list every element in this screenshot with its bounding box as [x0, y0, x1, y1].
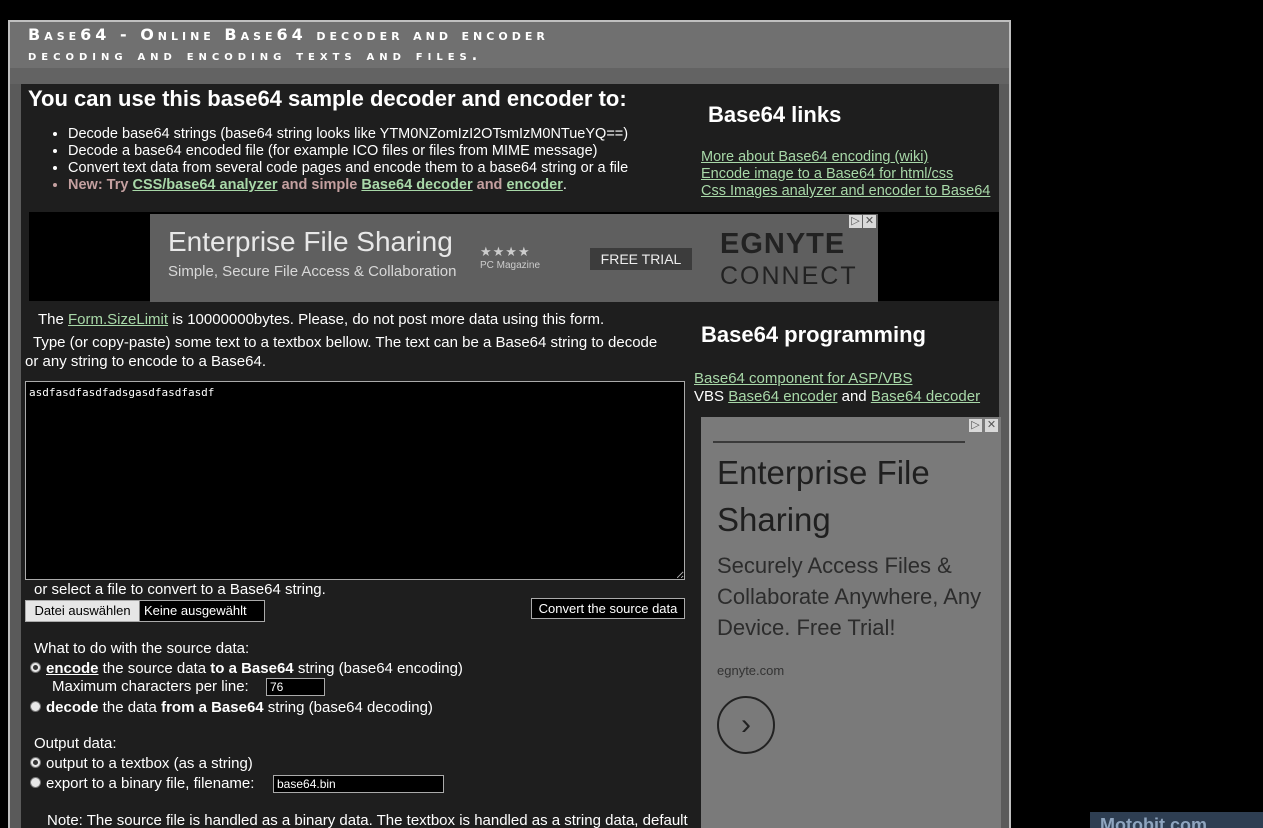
connect-logo: CONNECT: [720, 262, 858, 290]
programming-heading: Base64 programming: [701, 322, 926, 347]
ad-title: Enterprise File Sharing: [168, 226, 453, 257]
side-ad-title: Enterprise File Sharing: [717, 454, 930, 538]
intro-heading: You can use this base64 sample decoder a…: [28, 86, 627, 111]
side-ad-subtitle: Securely Access Files & Collaborate Anyw…: [717, 553, 982, 640]
max-chars-label: Maximum characters per line:: [52, 678, 249, 695]
asp-component-link[interactable]: Base64 component for ASP/VBS: [694, 370, 912, 387]
main-panel: You can use this base64 sample decoder a…: [21, 84, 1001, 828]
output-label: Output data:: [34, 735, 117, 752]
choose-file-button[interactable]: Datei auswählen: [26, 601, 140, 621]
vbs-links-line: VBS Base64 encoder and Base64 decoder: [694, 388, 980, 405]
note-text: Note: The source file is handled as a bi…: [47, 812, 688, 828]
form-sizelimit-link[interactable]: Form.SizeLimit: [68, 311, 168, 328]
chevron-right-icon[interactable]: ›: [717, 696, 775, 754]
vbs-encoder-link[interactable]: Base64 encoder: [728, 388, 837, 405]
side-ad[interactable]: ▷ ✕ Enterprise File Sharing Securely Acc…: [701, 417, 1001, 828]
source-textarea[interactable]: asdfasdfasdfadsgasdfasdfasdf: [25, 381, 685, 580]
instructions-text: Type (or copy-paste) some text to a text…: [25, 334, 658, 370]
encode-radio[interactable]: [30, 662, 41, 673]
size-prefix: The: [38, 311, 69, 328]
links-heading: Base64 links: [708, 102, 842, 127]
output-textbox-radio[interactable]: [30, 757, 41, 768]
encode-target: to a Base64: [210, 660, 294, 677]
decode-option-label[interactable]: decode the data from a Base64 string (ba…: [46, 699, 433, 716]
encode-end: string (base64 encoding): [293, 660, 463, 677]
intro-list: Decode base64 strings (base64 string loo…: [28, 126, 628, 194]
adchoices-icon[interactable]: ▷: [969, 419, 982, 432]
list-item: Decode a base64 encoded file (for exampl…: [68, 143, 628, 160]
side-ad-domain: egnyte.com: [717, 663, 785, 678]
decode-mid: the data: [98, 699, 162, 716]
adchoices-icon[interactable]: ▷: [849, 215, 862, 228]
vbs-decoder-link[interactable]: Base64 decoder: [871, 388, 980, 405]
encode-image-link[interactable]: Encode image to a Base64 for html/css: [701, 166, 953, 182]
watermark-logo: Motobit.com: [1090, 812, 1263, 828]
page-title: Base64 - Online Base64 decoder and encod…: [28, 25, 549, 44]
ad-banner-content[interactable]: Enterprise File Sharing Simple, Secure F…: [150, 214, 878, 302]
wiki-link[interactable]: More about Base64 encoding (wiki): [701, 149, 928, 165]
encoder-link[interactable]: encoder: [506, 177, 562, 193]
ad-banner: Enterprise File Sharing Simple, Secure F…: [29, 212, 999, 302]
close-icon[interactable]: ✕: [863, 215, 876, 228]
base64-decoder-link[interactable]: Base64 decoder: [361, 177, 472, 193]
new-end-text: .: [562, 177, 567, 193]
ad-subtitle: Simple, Secure File Access & Collaborati…: [168, 263, 457, 280]
output-textbox-label[interactable]: output to a textbox (as a string): [46, 755, 253, 772]
encode-mid: the source data: [98, 660, 211, 677]
decode-word: decode: [46, 699, 99, 716]
new-mid-text: and simple: [277, 177, 362, 193]
css-analyzer-link[interactable]: CSS/base64 analyzer: [132, 177, 277, 193]
ad-divider: [713, 441, 965, 443]
select-file-text: or select a file to convert to a Base64 …: [34, 581, 326, 598]
css-images-link[interactable]: Css Images analyzer and encoder to Base6…: [701, 183, 990, 199]
page-subtitle: decoding and encoding texts and files.: [28, 48, 483, 64]
size-suffix: is 10000000bytes. Please, do not post mo…: [168, 311, 605, 328]
file-status: Keine ausgewählt: [144, 603, 247, 618]
export-file-label[interactable]: export to a binary file, filename:: [46, 775, 254, 792]
decode-source: from a Base64: [161, 699, 264, 716]
what-to-do-label: What to do with the source data:: [34, 640, 250, 657]
rating-stars-icon: ★★★★: [480, 244, 531, 259]
filename-input[interactable]: [273, 775, 444, 793]
encode-option-label[interactable]: encode the source data to a Base64 strin…: [46, 660, 463, 677]
new-and-text: and: [472, 177, 507, 193]
vbs-and: and: [837, 388, 871, 405]
decode-radio[interactable]: [30, 701, 41, 712]
free-trial-button[interactable]: FREE TRIAL: [590, 248, 692, 270]
header-divider: [10, 68, 1009, 84]
list-item: Convert text data from several code page…: [68, 160, 628, 177]
page-frame: Base64 - Online Base64 decoder and encod…: [8, 20, 1011, 828]
decode-end: string (base64 decoding): [263, 699, 433, 716]
new-prefix: New: Try: [68, 177, 133, 193]
encode-word: encode: [46, 660, 99, 677]
max-chars-input[interactable]: [266, 678, 325, 696]
export-file-radio[interactable]: [30, 777, 41, 788]
egnyte-logo: EGNYTE: [720, 228, 846, 260]
vbs-prefix: VBS: [694, 388, 729, 405]
file-input[interactable]: Datei auswählen Keine ausgewählt: [25, 600, 265, 622]
close-icon[interactable]: ✕: [985, 419, 998, 432]
ad-magazine: PC Magazine: [480, 260, 541, 271]
size-limit-text: The Form.SizeLimit is 10000000bytes. Ple…: [38, 311, 604, 328]
page-header: Base64 - Online Base64 decoder and encod…: [10, 22, 1009, 68]
list-item-new: New: Try CSS/base64 analyzer and simple …: [68, 177, 628, 194]
convert-button[interactable]: Convert the source data: [531, 598, 685, 619]
list-item: Decode base64 strings (base64 string loo…: [68, 126, 628, 143]
